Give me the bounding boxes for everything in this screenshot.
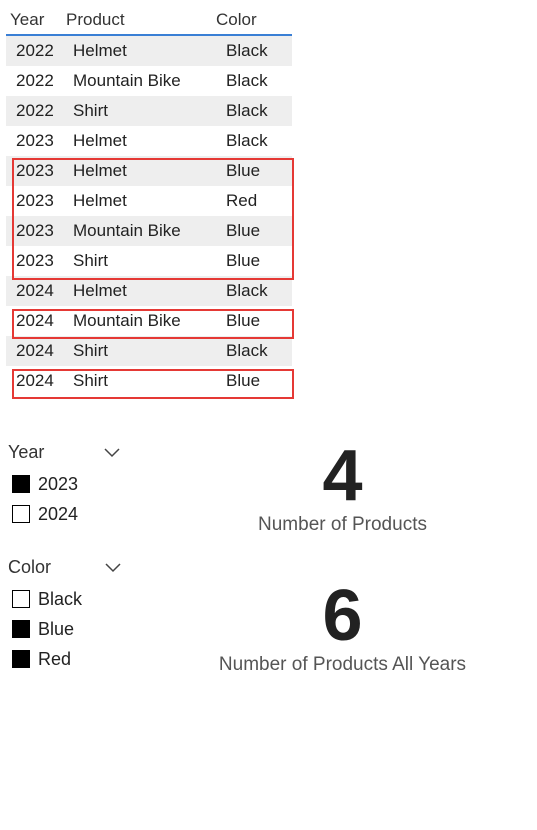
- checkbox-icon[interactable]: [12, 650, 30, 668]
- card-value: 6: [219, 580, 466, 652]
- slicer-item[interactable]: 2024: [12, 499, 168, 529]
- slicer-color-label: Color: [8, 557, 51, 578]
- cell-year: 2022: [16, 96, 73, 126]
- table-row[interactable]: 2023Mountain BikeBlue: [6, 216, 292, 246]
- card-number-of-products-all-years: 6 Number of Products All Years: [219, 580, 466, 676]
- card-number-of-products: 4 Number of Products: [258, 440, 427, 536]
- slicer-year-items: 2023 2024: [8, 469, 168, 529]
- slicer-color-title[interactable]: Color: [8, 557, 168, 578]
- cell-year: 2024: [16, 366, 73, 396]
- slicer-year-label: Year: [8, 442, 44, 463]
- card-value: 4: [258, 440, 427, 512]
- cell-product: Shirt: [73, 96, 226, 126]
- slicer-item[interactable]: 2023: [12, 469, 168, 499]
- slicer-item-label: Blue: [38, 619, 74, 640]
- header-year[interactable]: Year: [10, 6, 66, 34]
- table-row[interactable]: 2022HelmetBlack: [6, 36, 292, 66]
- cell-color: Red: [226, 186, 286, 216]
- table-header-row: Year Product Color: [6, 6, 292, 36]
- cell-color: Blue: [226, 366, 286, 396]
- cell-year: 2024: [16, 276, 73, 306]
- cell-product: Helmet: [73, 36, 226, 66]
- checkbox-icon[interactable]: [12, 505, 30, 523]
- table-row[interactable]: 2022ShirtBlack: [6, 96, 292, 126]
- table-row[interactable]: 2023HelmetRed: [6, 186, 292, 216]
- slicer-color-items: Black Blue Red: [8, 584, 168, 674]
- table-row[interactable]: 2023HelmetBlue: [6, 156, 292, 186]
- header-product[interactable]: Product: [66, 6, 216, 34]
- cell-color: Blue: [226, 156, 286, 186]
- cell-color: Blue: [226, 216, 286, 246]
- cell-product: Shirt: [73, 246, 226, 276]
- table-row[interactable]: 2024HelmetBlack: [6, 276, 292, 306]
- table-row[interactable]: 2022Mountain BikeBlack: [6, 66, 292, 96]
- slicer-year-title[interactable]: Year: [8, 442, 168, 463]
- cell-product: Helmet: [73, 186, 226, 216]
- cell-color: Black: [226, 96, 286, 126]
- cell-color: Black: [226, 66, 286, 96]
- cell-year: 2024: [16, 306, 73, 336]
- cell-color: Blue: [226, 306, 286, 336]
- cell-year: 2023: [16, 246, 73, 276]
- header-color[interactable]: Color: [216, 6, 276, 34]
- cell-product: Mountain Bike: [73, 66, 226, 96]
- slicer-item-label: Red: [38, 649, 71, 670]
- slicer-item[interactable]: Red: [12, 644, 168, 674]
- cell-product: Mountain Bike: [73, 216, 226, 246]
- cell-year: 2022: [16, 36, 73, 66]
- cell-color: Black: [226, 126, 286, 156]
- slicer-item-label: 2024: [38, 504, 78, 525]
- cell-year: 2024: [16, 336, 73, 366]
- table-row[interactable]: 2023HelmetBlack: [6, 126, 292, 156]
- cell-product: Shirt: [73, 366, 226, 396]
- table-row[interactable]: 2024ShirtBlue: [6, 366, 292, 396]
- checkbox-icon[interactable]: [12, 475, 30, 493]
- cell-product: Mountain Bike: [73, 306, 226, 336]
- card-label: Number of Products All Years: [219, 654, 466, 676]
- cell-year: 2023: [16, 126, 73, 156]
- cell-year: 2022: [16, 66, 73, 96]
- checkbox-icon[interactable]: [12, 620, 30, 638]
- slicer-item-label: 2023: [38, 474, 78, 495]
- cell-color: Black: [226, 36, 286, 66]
- cell-color: Blue: [226, 246, 286, 276]
- cell-year: 2023: [16, 156, 73, 186]
- table-body: 2022HelmetBlack2022Mountain BikeBlack202…: [6, 36, 292, 396]
- cell-year: 2023: [16, 186, 73, 216]
- cell-product: Helmet: [73, 156, 226, 186]
- cell-product: Helmet: [73, 276, 226, 306]
- table-row[interactable]: 2024ShirtBlack: [6, 336, 292, 366]
- cell-product: Shirt: [73, 336, 226, 366]
- table-row[interactable]: 2023ShirtBlue: [6, 246, 292, 276]
- slicer-item-label: Black: [38, 589, 82, 610]
- slicer-item[interactable]: Blue: [12, 614, 168, 644]
- cell-color: Black: [226, 336, 286, 366]
- cell-year: 2023: [16, 216, 73, 246]
- card-label: Number of Products: [258, 514, 427, 536]
- cell-color: Black: [226, 276, 286, 306]
- chevron-down-icon[interactable]: [104, 448, 120, 458]
- checkbox-icon[interactable]: [12, 590, 30, 608]
- data-table: Year Product Color 2022HelmetBlack2022Mo…: [6, 6, 292, 396]
- slicer-item[interactable]: Black: [12, 584, 168, 614]
- table-row[interactable]: 2024Mountain BikeBlue: [6, 306, 292, 336]
- chevron-down-icon[interactable]: [105, 563, 121, 573]
- cell-product: Helmet: [73, 126, 226, 156]
